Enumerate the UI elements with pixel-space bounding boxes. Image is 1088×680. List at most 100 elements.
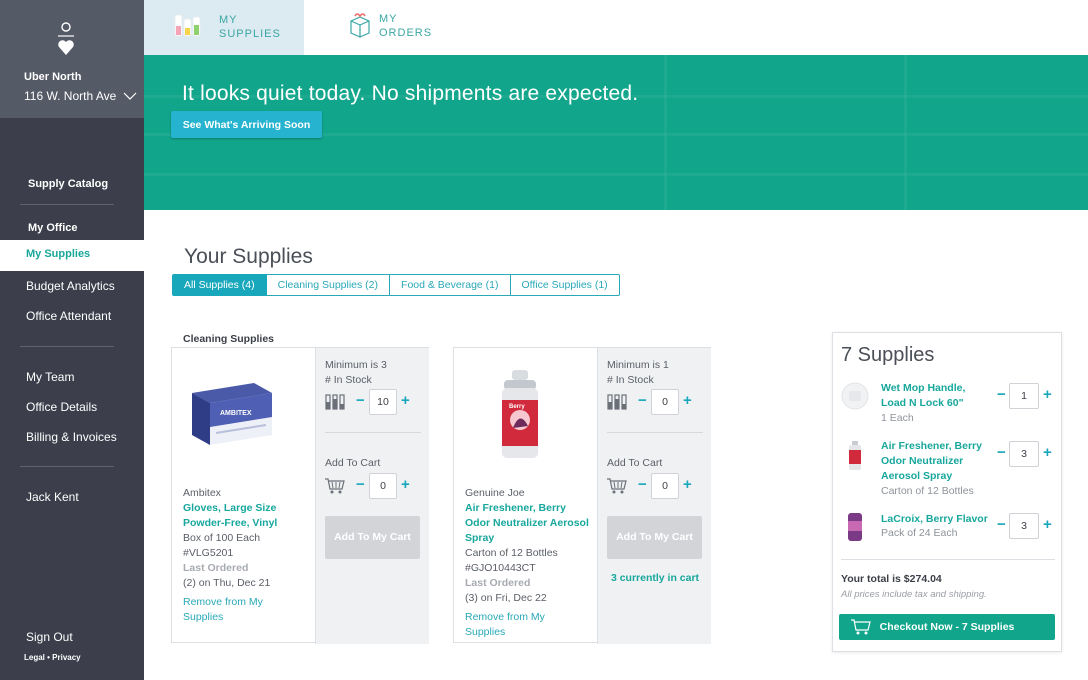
cart-icon [607, 478, 627, 494]
legal-privacy-link[interactable]: Legal • Privacy [24, 653, 81, 662]
account-header[interactable]: Uber North 116 W. North Ave [0, 0, 144, 118]
in-stock-stepper: − + [607, 389, 699, 415]
heart-logo-icon [58, 22, 74, 55]
cart-icon [851, 619, 871, 635]
see-arriving-button[interactable]: See What's Arriving Soon [171, 111, 322, 138]
decrement-button[interactable]: − [356, 476, 365, 494]
sidebar-user-name[interactable]: Jack Kent [26, 490, 79, 504]
last-ordered-date: (2) on Thu, Dec 21 [183, 577, 271, 589]
svg-text:Berry: Berry [509, 404, 525, 410]
last-ordered-label: Last Ordered [465, 577, 531, 589]
increment-button[interactable]: + [1043, 516, 1052, 534]
product-card: Berry Genuine Joe Air Freshener, Berry O… [453, 347, 711, 644]
cart-item-qty-input[interactable] [1009, 441, 1039, 467]
divider [20, 466, 114, 467]
decrement-button[interactable]: − [638, 476, 647, 494]
add-to-cart-label: Add To Cart [607, 457, 663, 469]
sidebar-item-office-details[interactable]: Office Details [26, 400, 97, 414]
decrement-button[interactable]: − [356, 392, 365, 410]
product-name-link[interactable]: Gloves, Large Size Powder-Free, Vinyl [183, 501, 308, 531]
decrement-button[interactable]: − [997, 386, 1006, 404]
tab-my-orders[interactable]: MY ORDERS [304, 0, 464, 55]
product-actions: Minimum is 3 # In Stock − + Add To Cart … [315, 348, 429, 644]
in-stock-label: # In Stock [607, 374, 654, 386]
gloves-box-image: AMBITEX [192, 383, 272, 445]
in-stock-input[interactable] [369, 389, 397, 415]
sign-out-link[interactable]: Sign Out [26, 630, 73, 644]
tax-note: All prices include tax and shipping. [841, 589, 987, 600]
mop-handle-thumbnail [841, 382, 869, 410]
increment-button[interactable]: + [401, 476, 410, 494]
sidebar-item-billing[interactable]: Billing & Invoices [26, 430, 117, 444]
filter-all-supplies[interactable]: All Supplies (4) [172, 274, 267, 296]
svg-text:AMBITEX: AMBITEX [220, 410, 252, 417]
add-to-cart-button[interactable]: Add To My Cart [325, 516, 420, 559]
divider [841, 559, 1055, 560]
background-shelf [664, 55, 667, 210]
decrement-button[interactable]: − [997, 444, 1006, 462]
cart-title: 7 Supplies [841, 344, 935, 366]
cart-qty-input[interactable] [369, 473, 397, 499]
divider [20, 204, 114, 205]
minimum-label: Minimum is 1 [607, 359, 669, 371]
product-actions: Minimum is 1 # In Stock − + Add To Cart … [597, 348, 711, 644]
minimum-label: Minimum is 3 [325, 359, 387, 371]
cart-total: Your total is $274.04 [841, 573, 942, 585]
cart-item-stepper: − + [997, 383, 1055, 409]
orders-box-icon [350, 13, 370, 38]
in-stock-label: # In Stock [325, 374, 372, 386]
last-ordered-date: (3) on Fri, Dec 22 [465, 592, 547, 604]
cart-item-qty-input[interactable] [1009, 513, 1039, 539]
account-address: 116 W. North Ave [24, 89, 117, 103]
divider [607, 432, 703, 433]
sidebar-item-label: My Supplies [26, 248, 91, 260]
section-heading: Cleaning Supplies [183, 333, 275, 345]
product-brand: Genuine Joe [465, 487, 525, 499]
filter-cleaning-supplies[interactable]: Cleaning Supplies (2) [266, 274, 391, 296]
cart-panel: 7 Supplies Wet Mop Handle, Load N Lock 6… [832, 332, 1062, 652]
category-filters: All Supplies (4) Cleaning Supplies (2) F… [172, 274, 620, 296]
sidebar-item-my-supplies[interactable]: My Supplies [0, 240, 144, 271]
remove-from-supplies-link[interactable]: Remove from My Supplies [183, 595, 283, 625]
product-card: AMBITEX Ambitex Gloves, Large Size Powde… [171, 347, 429, 644]
cart-qty-stepper: − + [607, 473, 699, 499]
decrement-button[interactable]: − [997, 516, 1006, 534]
supplies-bottles-icon [174, 14, 201, 37]
cart-item-qty-input[interactable] [1009, 383, 1039, 409]
shipments-message: It looks quiet today. No shipments are e… [182, 82, 639, 105]
supply-catalog-link[interactable]: Supply Catalog [28, 178, 108, 190]
last-ordered-label: Last Ordered [183, 562, 249, 574]
background-shelf [144, 173, 1088, 176]
product-pack: Carton of 12 Bottles [465, 547, 558, 559]
sidebar-item-my-team[interactable]: My Team [26, 370, 74, 384]
cart-item-stepper: − + [997, 513, 1055, 539]
increment-button[interactable]: + [683, 392, 692, 410]
in-stock-input[interactable] [651, 389, 679, 415]
tab-my-orders-label: MY ORDERS [379, 13, 433, 39]
increment-button[interactable]: + [401, 392, 410, 410]
cart-qty-input[interactable] [651, 473, 679, 499]
cart-item-name[interactable]: LaCroix, Berry Flavor [881, 512, 993, 527]
increment-button[interactable]: + [683, 476, 692, 494]
remove-from-supplies-link[interactable]: Remove from My Supplies [465, 610, 565, 640]
top-tabs: MY SUPPLIES MY ORDERS [144, 0, 1088, 55]
chevron-down-icon[interactable] [123, 91, 137, 101]
checkout-button[interactable]: Checkout Now - 7 Supplies [839, 614, 1055, 640]
product-pack: Box of 100 Each [183, 532, 261, 544]
decrement-button[interactable]: − [638, 392, 647, 410]
filter-office-supplies[interactable]: Office Supplies (1) [510, 274, 620, 296]
sidebar-item-budget-analytics[interactable]: Budget Analytics [26, 279, 115, 293]
increment-button[interactable]: + [1043, 444, 1052, 462]
shelf-stock-icon [607, 394, 627, 410]
sidebar-item-office-attendant[interactable]: Office Attendant [26, 309, 111, 323]
cart-item-name[interactable]: Wet Mop Handle, Load N Lock 60" [881, 381, 993, 411]
add-to-cart-button[interactable]: Add To My Cart [607, 516, 702, 559]
filter-food-beverage[interactable]: Food & Beverage (1) [390, 274, 511, 296]
product-name-link[interactable]: Air Freshener, Berry Odor Neutralizer Ae… [465, 501, 590, 546]
lacroix-thumbnail [848, 513, 862, 541]
tab-my-supplies[interactable]: MY SUPPLIES [144, 0, 304, 55]
cart-item-name[interactable]: Air Freshener, Berry Odor Neutralizer Ae… [881, 439, 993, 484]
checkout-label: Checkout Now - 7 Supplies [879, 621, 1015, 633]
my-office-heading: My Office [28, 222, 78, 234]
increment-button[interactable]: + [1043, 386, 1052, 404]
